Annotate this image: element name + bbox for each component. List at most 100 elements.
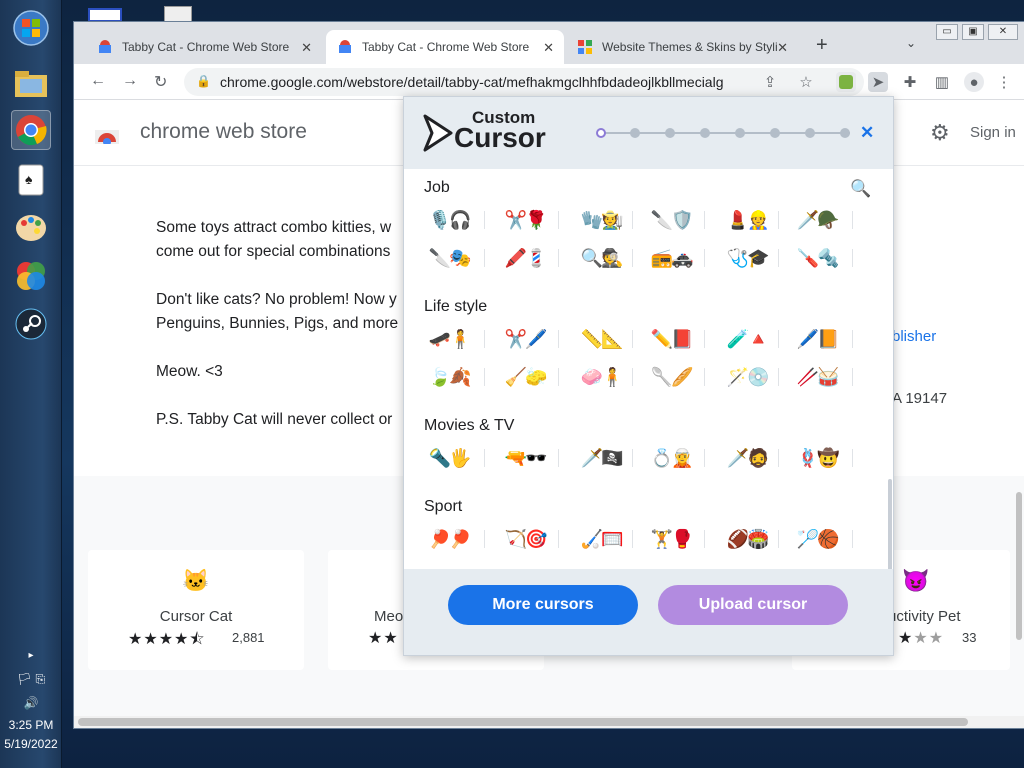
cursor-pack-item[interactable]: 🖍️💈	[500, 245, 550, 271]
volume-icon[interactable]: 🔊	[0, 696, 62, 710]
cursor-pack-item[interactable]: 🩺🎓	[722, 245, 772, 271]
cursor-pack-item[interactable]: 🧹🧽	[500, 364, 550, 390]
item-divider	[852, 368, 853, 386]
share-icon[interactable]: ⇪	[760, 72, 780, 92]
side-panel-icon[interactable]: ▥	[932, 72, 952, 92]
file-explorer-icon[interactable]	[11, 64, 51, 104]
tray-expand-icon[interactable]: ▸	[0, 650, 62, 661]
tab-title: Tabby Cat - Chrome Web Store	[362, 40, 530, 54]
forward-arrow-icon[interactable]: →	[122, 72, 138, 90]
store-title[interactable]: chrome web store	[140, 120, 307, 144]
tab-close-icon[interactable]: ✕	[777, 40, 788, 56]
tab-2-active[interactable]: Tabby Cat - Chrome Web Store ✕	[326, 30, 564, 64]
clock-time[interactable]: 3:25 PM	[0, 718, 62, 732]
cursor-pack-item[interactable]: 🏋️🥊	[646, 526, 696, 552]
cursor-pack-item[interactable]: 🧤🧑‍🌾	[576, 207, 626, 233]
extensions-puzzle-icon[interactable]: ✚	[900, 72, 920, 92]
close-window-button[interactable]: ✕	[988, 24, 1018, 40]
cursor-pack-item[interactable]: 🧼🧍	[576, 364, 626, 390]
upload-cursor-button[interactable]: Upload cursor	[658, 585, 848, 625]
category-title: Sport	[424, 498, 463, 515]
colorful-app-icon[interactable]	[11, 256, 51, 296]
solitaire-icon[interactable]: ♠	[11, 160, 51, 200]
cursor-pack-item[interactable]: 💄👷	[722, 207, 772, 233]
cursor-pack-item[interactable]: 🗡️🏴‍☠️	[576, 445, 626, 471]
item-divider	[632, 368, 633, 386]
cursor-pack-item[interactable]: 🏈🏟️	[722, 526, 772, 552]
chrome-taskbar-icon[interactable]	[11, 110, 51, 150]
cursor-pack-item[interactable]: 🏸🏀	[792, 526, 842, 552]
cursor-pack-item[interactable]: 🏹🎯	[500, 526, 550, 552]
more-cursors-button[interactable]: More cursors	[448, 585, 638, 625]
cursor-logo-icon	[423, 114, 453, 152]
related-card[interactable]: 🐱 Cursor Cat ★★★★⯪ 2,881	[88, 550, 304, 670]
close-icon[interactable]: ✕	[860, 123, 874, 143]
cursor-pack-item[interactable]: 🏑🥅	[576, 526, 626, 552]
tray-icons[interactable]: 🏳 ⎘	[0, 672, 62, 687]
item-divider	[484, 211, 485, 229]
menu-kebab-icon[interactable]: ⋮	[994, 72, 1014, 92]
rating-stars: ★★	[368, 630, 399, 647]
back-arrow-icon[interactable]: ←	[90, 72, 106, 90]
cursor-pack-item[interactable]: 🎙️🎧	[424, 207, 474, 233]
sign-in-link[interactable]: Sign in	[970, 124, 1016, 141]
productivity-pet-icon: 😈	[902, 568, 930, 593]
cursor-pack-item[interactable]: ✂️🌹	[500, 207, 550, 233]
item-divider	[778, 368, 779, 386]
cursor-pack-item[interactable]: 🔪🎭	[424, 245, 474, 271]
cursor-pack-item[interactable]: 🥢🥁	[792, 364, 842, 390]
cursor-pack-item[interactable]: 🔍🕵️	[576, 245, 626, 271]
bookmark-star-icon[interactable]: ☆	[796, 72, 816, 92]
cursor-pack-item[interactable]: 🗡️🪖	[792, 207, 842, 233]
cursor-pack-item[interactable]: 💍🧝	[646, 445, 696, 471]
cursor-pack-item[interactable]: ✏️📕	[646, 326, 696, 352]
cursor-pack-item[interactable]: 📻🚓	[646, 245, 696, 271]
custom-cursor-popup: Custom Cursor ✕ 🔍 Job 🎙️🎧 ✂️🌹 🧤🧑‍🌾 🔪🛡️ 💄👷 🗡️🪖 🔪…	[403, 96, 894, 656]
horizontal-scrollbar[interactable]	[74, 716, 1024, 728]
extension-green-icon[interactable]	[836, 72, 856, 92]
item-divider	[632, 449, 633, 467]
cursor-pack-item[interactable]: 🔫🕶️	[500, 445, 550, 471]
cursor-pack-item[interactable]: 🗡️🧔	[722, 445, 772, 471]
tab-close-icon[interactable]: ✕	[301, 40, 312, 56]
tab-1[interactable]: Tabby Cat - Chrome Web Store ✕	[86, 30, 322, 64]
cursor-pack-item[interactable]: 🛹🧍	[424, 326, 474, 352]
item-divider	[778, 449, 779, 467]
publisher-link[interactable]: blisher	[892, 328, 936, 345]
cursor-pack-item[interactable]: 🪛🔩	[792, 245, 842, 271]
new-tab-button[interactable]: +	[816, 34, 828, 57]
cursor-pack-item[interactable]: 🍃🍂	[424, 364, 474, 390]
description-line: Penguins, Bunnies, Pigs, and more	[156, 315, 399, 332]
cursor-pack-item[interactable]: 🔦🖐️	[424, 445, 474, 471]
cursor-pack-item[interactable]: 🪄💿	[722, 364, 772, 390]
custom-cursor-extension-icon[interactable]: ➤	[868, 72, 888, 92]
cursor-pack-item[interactable]: 🏓🏓	[424, 526, 474, 552]
cursor-pack-item[interactable]: ✂️🖊️	[500, 326, 550, 352]
cursor-pack-item[interactable]: 🧪🔺	[722, 326, 772, 352]
cursor-pack-item[interactable]: 🪢🤠	[792, 445, 842, 471]
tab-search-chevron-icon[interactable]: ⌄	[906, 36, 916, 50]
cursor-pack-item[interactable]: 🖊️📙	[792, 326, 842, 352]
profile-avatar-icon[interactable]: ●	[964, 72, 984, 92]
tab-close-icon[interactable]: ✕	[543, 40, 554, 56]
tab-3[interactable]: Website Themes & Skins by Styli ✕	[566, 30, 798, 64]
paint-icon[interactable]	[11, 208, 51, 248]
maximize-button[interactable]: ▣	[962, 24, 984, 40]
item-divider	[484, 330, 485, 348]
steam-icon[interactable]	[11, 304, 51, 344]
desktop-icon-fragment-2	[164, 6, 192, 22]
reload-icon[interactable]: ↻	[154, 72, 167, 92]
minimize-button[interactable]: ▭	[936, 24, 958, 40]
popup-scrollbar[interactable]	[888, 479, 892, 569]
start-button[interactable]	[11, 8, 51, 48]
url-text: chrome.google.com/webstore/detail/tabby-…	[220, 74, 724, 90]
item-divider	[558, 368, 559, 386]
cursor-pack-item[interactable]: 🥄🥖	[646, 364, 696, 390]
clock-date[interactable]: 5/19/2022	[0, 737, 62, 751]
item-divider	[704, 368, 705, 386]
page-vertical-scrollbar[interactable]	[1016, 492, 1022, 640]
settings-gear-icon[interactable]: ⚙	[930, 120, 950, 146]
cursor-pack-item[interactable]: 📏📐	[576, 326, 626, 352]
search-icon[interactable]: 🔍	[850, 179, 871, 199]
cursor-pack-item[interactable]: 🔪🛡️	[646, 207, 696, 233]
